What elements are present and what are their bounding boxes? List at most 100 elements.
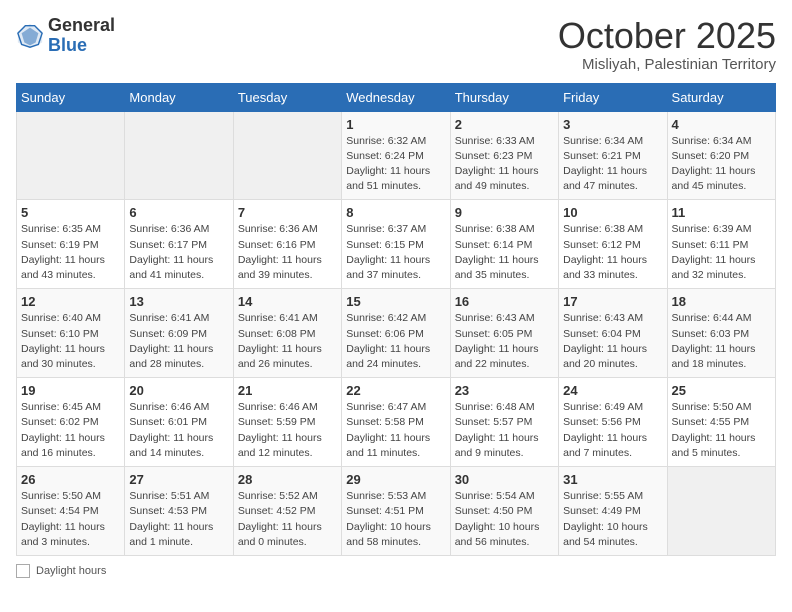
day-number: 8 xyxy=(346,205,445,220)
day-info: Sunrise: 6:49 AM Sunset: 5:56 PM Dayligh… xyxy=(563,400,662,461)
week-row-5: 26 Sunrise: 5:50 AM Sunset: 4:54 PM Dayli… xyxy=(17,467,776,556)
header-day-tuesday: Tuesday xyxy=(233,83,341,111)
day-number: 28 xyxy=(238,472,337,487)
calendar-cell: 13 Sunrise: 6:41 AM Sunset: 6:09 PM Dayli… xyxy=(125,289,233,378)
day-number: 6 xyxy=(129,205,228,220)
header-day-saturday: Saturday xyxy=(667,83,775,111)
day-info: Sunrise: 6:39 AM Sunset: 6:11 PM Dayligh… xyxy=(672,222,771,283)
calendar-cell: 11 Sunrise: 6:39 AM Sunset: 6:11 PM Dayli… xyxy=(667,200,775,289)
logo: General Blue xyxy=(16,16,115,56)
calendar-cell: 25Sunrise: 5:50 AM Sunset: 4:55 PM Dayli… xyxy=(667,378,775,467)
legend-box xyxy=(16,564,30,578)
day-info: Sunrise: 6:33 AM Sunset: 6:23 PM Dayligh… xyxy=(455,134,554,195)
calendar-body: 1 Sunrise: 6:32 AM Sunset: 6:24 PM Daylig… xyxy=(17,111,776,555)
calendar-cell: 5 Sunrise: 6:35 AM Sunset: 6:19 PM Daylig… xyxy=(17,200,125,289)
calendar-cell xyxy=(667,467,775,556)
calendar-cell: 15 Sunrise: 6:42 AM Sunset: 6:06 PM Dayli… xyxy=(342,289,450,378)
calendar-cell: 31Sunrise: 5:55 AM Sunset: 4:49 PM Dayli… xyxy=(559,467,667,556)
week-row-1: 1 Sunrise: 6:32 AM Sunset: 6:24 PM Daylig… xyxy=(17,111,776,200)
calendar-cell xyxy=(17,111,125,200)
header-day-sunday: Sunday xyxy=(17,83,125,111)
calendar-cell: 18 Sunrise: 6:44 AM Sunset: 6:03 PM Dayli… xyxy=(667,289,775,378)
day-info: Sunrise: 6:44 AM Sunset: 6:03 PM Dayligh… xyxy=(672,311,771,372)
day-number: 13 xyxy=(129,294,228,309)
day-info: Sunrise: 5:50 AM Sunset: 4:54 PM Dayligh… xyxy=(21,489,120,550)
day-info: Sunrise: 6:40 AM Sunset: 6:10 PM Dayligh… xyxy=(21,311,120,372)
day-number: 30 xyxy=(455,472,554,487)
day-number: 26 xyxy=(21,472,120,487)
calendar-cell: 12 Sunrise: 6:40 AM Sunset: 6:10 PM Dayli… xyxy=(17,289,125,378)
day-number: 11 xyxy=(672,205,771,220)
day-number: 24 xyxy=(563,383,662,398)
title-block: October 2025 Misliyah, Palestinian Terri… xyxy=(558,16,776,73)
calendar-cell xyxy=(233,111,341,200)
week-row-4: 19 Sunrise: 6:45 AM Sunset: 6:02 PM Dayli… xyxy=(17,378,776,467)
calendar-cell: 4Sunrise: 6:34 AM Sunset: 6:20 PM Daylig… xyxy=(667,111,775,200)
day-info: Sunrise: 6:41 AM Sunset: 6:09 PM Dayligh… xyxy=(129,311,228,372)
calendar-cell: 30 Sunrise: 5:54 AM Sunset: 4:50 PM Dayli… xyxy=(450,467,558,556)
day-info: Sunrise: 6:46 AM Sunset: 5:59 PM Dayligh… xyxy=(238,400,337,461)
calendar-cell: 28 Sunrise: 5:52 AM Sunset: 4:52 PM Dayli… xyxy=(233,467,341,556)
day-info: Sunrise: 6:32 AM Sunset: 6:24 PM Dayligh… xyxy=(346,134,445,195)
location-subtitle: Misliyah, Palestinian Territory xyxy=(558,56,776,73)
day-number: 9 xyxy=(455,205,554,220)
calendar-header: SundayMondayTuesdayWednesdayThursdayFrid… xyxy=(17,83,776,111)
calendar-cell: 26 Sunrise: 5:50 AM Sunset: 4:54 PM Dayli… xyxy=(17,467,125,556)
calendar-cell: 9Sunrise: 6:38 AM Sunset: 6:14 PM Daylig… xyxy=(450,200,558,289)
day-info: Sunrise: 6:48 AM Sunset: 5:57 PM Dayligh… xyxy=(455,400,554,461)
calendar-cell: 29Sunrise: 5:53 AM Sunset: 4:51 PM Dayli… xyxy=(342,467,450,556)
day-number: 5 xyxy=(21,205,120,220)
day-number: 19 xyxy=(21,383,120,398)
week-row-3: 12 Sunrise: 6:40 AM Sunset: 6:10 PM Dayli… xyxy=(17,289,776,378)
calendar-cell: 24 Sunrise: 6:49 AM Sunset: 5:56 PM Dayli… xyxy=(559,378,667,467)
header-day-thursday: Thursday xyxy=(450,83,558,111)
day-info: Sunrise: 6:47 AM Sunset: 5:58 PM Dayligh… xyxy=(346,400,445,461)
day-info: Sunrise: 6:34 AM Sunset: 6:21 PM Dayligh… xyxy=(563,134,662,195)
day-number: 18 xyxy=(672,294,771,309)
calendar-table: SundayMondayTuesdayWednesdayThursdayFrid… xyxy=(16,83,776,556)
day-number: 1 xyxy=(346,117,445,132)
day-number: 16 xyxy=(455,294,554,309)
legend-label: Daylight hours xyxy=(36,565,106,577)
week-row-2: 5 Sunrise: 6:35 AM Sunset: 6:19 PM Daylig… xyxy=(17,200,776,289)
day-info: Sunrise: 6:36 AM Sunset: 6:17 PM Dayligh… xyxy=(129,222,228,283)
day-info: Sunrise: 6:45 AM Sunset: 6:02 PM Dayligh… xyxy=(21,400,120,461)
day-info: Sunrise: 6:37 AM Sunset: 6:15 PM Dayligh… xyxy=(346,222,445,283)
day-number: 21 xyxy=(238,383,337,398)
calendar-cell: 14 Sunrise: 6:41 AM Sunset: 6:08 PM Dayli… xyxy=(233,289,341,378)
day-info: Sunrise: 6:46 AM Sunset: 6:01 PM Dayligh… xyxy=(129,400,228,461)
calendar-cell: 23 Sunrise: 6:48 AM Sunset: 5:57 PM Dayli… xyxy=(450,378,558,467)
day-number: 15 xyxy=(346,294,445,309)
day-info: Sunrise: 5:50 AM Sunset: 4:55 PM Dayligh… xyxy=(672,400,771,461)
calendar-cell: 8 Sunrise: 6:37 AM Sunset: 6:15 PM Daylig… xyxy=(342,200,450,289)
calendar-cell: 7Sunrise: 6:36 AM Sunset: 6:16 PM Daylig… xyxy=(233,200,341,289)
day-number: 2 xyxy=(455,117,554,132)
day-info: Sunrise: 5:52 AM Sunset: 4:52 PM Dayligh… xyxy=(238,489,337,550)
day-number: 3 xyxy=(563,117,662,132)
page-header: General Blue October 2025 Misliyah, Pale… xyxy=(16,16,776,73)
calendar-cell: 27 Sunrise: 5:51 AM Sunset: 4:53 PM Dayli… xyxy=(125,467,233,556)
day-number: 17 xyxy=(563,294,662,309)
day-number: 14 xyxy=(238,294,337,309)
day-number: 31 xyxy=(563,472,662,487)
month-title: October 2025 xyxy=(558,16,776,56)
day-info: Sunrise: 5:51 AM Sunset: 4:53 PM Dayligh… xyxy=(129,489,228,550)
day-info: Sunrise: 5:54 AM Sunset: 4:50 PM Dayligh… xyxy=(455,489,554,550)
day-number: 27 xyxy=(129,472,228,487)
day-number: 20 xyxy=(129,383,228,398)
logo-blue-text: Blue xyxy=(48,35,87,55)
logo-text: General Blue xyxy=(48,16,115,56)
calendar-cell: 21 Sunrise: 6:46 AM Sunset: 5:59 PM Dayli… xyxy=(233,378,341,467)
calendar-cell: 22 Sunrise: 6:47 AM Sunset: 5:58 PM Dayli… xyxy=(342,378,450,467)
day-info: Sunrise: 6:41 AM Sunset: 6:08 PM Dayligh… xyxy=(238,311,337,372)
day-info: Sunrise: 6:42 AM Sunset: 6:06 PM Dayligh… xyxy=(346,311,445,372)
day-info: Sunrise: 6:43 AM Sunset: 6:05 PM Dayligh… xyxy=(455,311,554,372)
header-day-monday: Monday xyxy=(125,83,233,111)
day-number: 23 xyxy=(455,383,554,398)
day-info: Sunrise: 6:35 AM Sunset: 6:19 PM Dayligh… xyxy=(21,222,120,283)
day-info: Sunrise: 6:34 AM Sunset: 6:20 PM Dayligh… xyxy=(672,134,771,195)
day-number: 12 xyxy=(21,294,120,309)
day-number: 22 xyxy=(346,383,445,398)
logo-icon xyxy=(16,22,44,50)
calendar-cell: 16 Sunrise: 6:43 AM Sunset: 6:05 PM Dayli… xyxy=(450,289,558,378)
